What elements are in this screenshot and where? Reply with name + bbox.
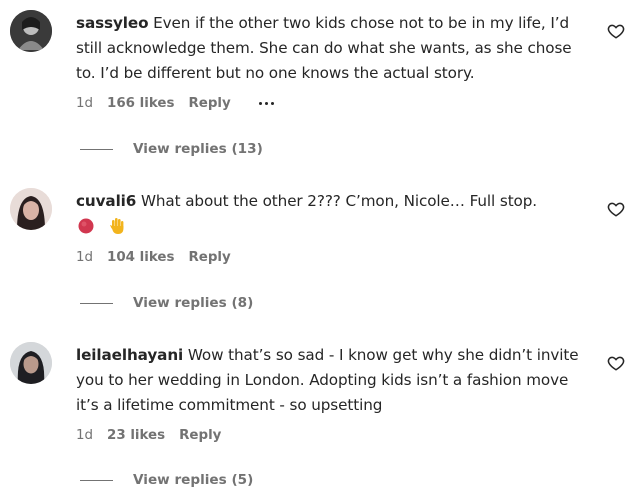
comment-time: 1d [76, 95, 94, 111]
view-replies-button[interactable]: View replies (5) [80, 470, 253, 490]
view-replies-button[interactable]: View replies (8) [80, 293, 253, 313]
avatar[interactable] [10, 342, 52, 384]
comment-username[interactable]: cuvali6 [76, 192, 136, 210]
red-circle-icon [76, 216, 96, 244]
comment-text: What about the other 2??? C’mon, Nicole…… [140, 192, 538, 210]
comment-username[interactable]: leilaelhayani [76, 346, 183, 364]
comment-username[interactable]: sassyleo [76, 14, 149, 32]
comment-time: 1d [76, 427, 94, 443]
comment-time: 1d [76, 249, 94, 265]
view-replies-label: View replies (8) [133, 295, 254, 311]
avatar[interactable] [10, 10, 52, 52]
comment-text-block: cuvali6 What about the other 2??? C’mon,… [76, 189, 591, 244]
comment-text-block: sassyleo Even if the other two kids chos… [76, 11, 591, 86]
raised-hand-icon [107, 216, 127, 244]
view-replies-button[interactable]: View replies (13) [80, 139, 263, 159]
reply-button[interactable]: Reply [188, 250, 230, 265]
view-replies-label: View replies (13) [133, 141, 263, 157]
comment-meta: 1d 166 likes Reply [76, 93, 274, 113]
heart-icon[interactable] [607, 354, 625, 372]
divider-line [80, 148, 113, 150]
comment-text: Even if the other two kids chose not to … [76, 14, 572, 82]
divider-line [80, 479, 113, 481]
reply-button[interactable]: Reply [188, 96, 230, 111]
reply-button[interactable]: Reply [179, 428, 221, 443]
avatar[interactable] [10, 188, 52, 230]
more-options-icon[interactable] [258, 101, 274, 105]
heart-icon[interactable] [607, 22, 625, 40]
comment-meta: 1d 23 likes Reply [76, 425, 221, 445]
comment-likes[interactable]: 23 likes [107, 428, 165, 443]
comment-likes[interactable]: 104 likes [107, 250, 174, 265]
comment-meta: 1d 104 likes Reply [76, 247, 231, 267]
divider-line [80, 302, 113, 304]
view-replies-label: View replies (5) [133, 472, 254, 488]
comment-likes[interactable]: 166 likes [107, 96, 174, 111]
heart-icon[interactable] [607, 200, 625, 218]
comment-text-block: leilaelhayani Wow that’s so sad - I know… [76, 343, 591, 418]
